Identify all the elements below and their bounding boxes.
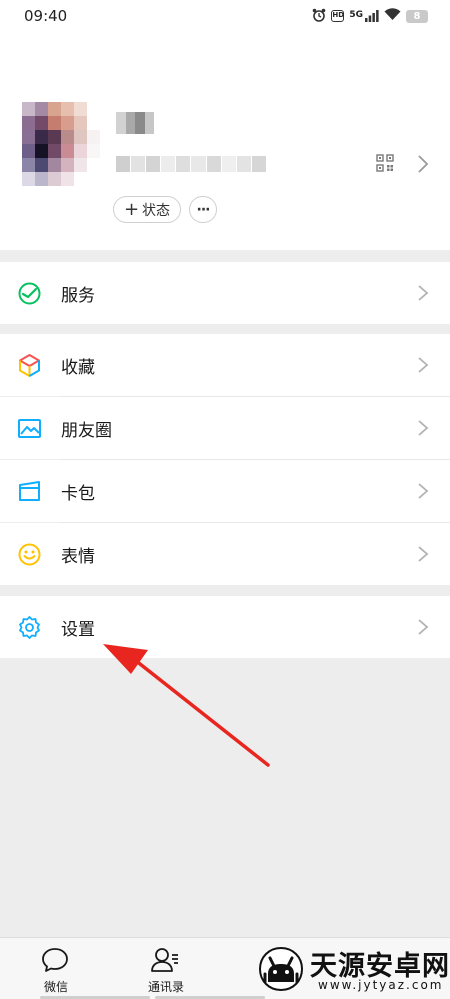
- menu-item-moments[interactable]: 朋友圈: [0, 397, 450, 459]
- qr-code-icon[interactable]: [376, 154, 394, 172]
- status-bar: 09:40 HD 5G 8: [0, 0, 450, 32]
- watermark: 天源安卓网 www.jytyaz.com: [252, 938, 450, 999]
- menu-item-label: 表情: [61, 547, 95, 567]
- services-icon: [18, 282, 41, 305]
- favorites-cube-icon: [19, 354, 40, 377]
- signal-icon: 5G: [349, 10, 379, 22]
- chevron-right-icon: [418, 483, 429, 499]
- alarm-icon: [312, 8, 326, 25]
- tab-label: 通讯录: [147, 980, 184, 994]
- tab-label: 微信: [43, 980, 68, 994]
- more-button[interactable]: ···: [189, 196, 217, 223]
- menu-item-services[interactable]: 服务: [0, 262, 450, 324]
- menu-item-favorites[interactable]: 收藏: [0, 334, 450, 396]
- wechat-id-blurred: [116, 156, 266, 172]
- plus-icon: +: [123, 198, 140, 220]
- chevron-right-icon: [418, 546, 429, 562]
- moments-image-icon: [18, 419, 41, 438]
- chevron-right-icon: [418, 155, 429, 173]
- card-wallet-icon: [19, 481, 40, 501]
- contacts-icon: [151, 948, 178, 972]
- profile-card[interactable]: + 状态 ···: [0, 32, 450, 250]
- menu-item-cards[interactable]: 卡包: [0, 460, 450, 522]
- status-icons: HD 5G 8: [312, 8, 428, 25]
- chevron-right-icon: [418, 420, 429, 436]
- menu-item-label: 设置: [61, 620, 95, 640]
- menu-item-stickers[interactable]: 表情: [0, 523, 450, 585]
- chevron-right-icon: [418, 285, 429, 301]
- menu-item-label: 服务: [61, 286, 95, 306]
- battery-icon: 8: [406, 9, 428, 23]
- add-status-label: 状态: [142, 202, 171, 219]
- menu-item-settings[interactable]: 设置: [0, 596, 450, 658]
- chat-bubble-icon: [42, 948, 68, 972]
- chevron-right-icon: [418, 619, 429, 635]
- nickname-blurred: [116, 112, 154, 134]
- network-label: 5G: [349, 10, 363, 20]
- status-time: 09:40: [24, 7, 68, 25]
- gear-icon: [19, 616, 40, 639]
- menu-item-label: 卡包: [61, 484, 95, 504]
- tab-chats[interactable]: 微信: [0, 938, 112, 999]
- menu-item-label: 收藏: [61, 358, 95, 378]
- tab-contacts[interactable]: 通讯录: [110, 938, 222, 999]
- wifi-icon: [384, 8, 401, 24]
- watermark-logo-icon: [258, 946, 304, 992]
- avatar[interactable]: [22, 102, 100, 186]
- smiley-icon: [18, 543, 41, 566]
- add-status-button[interactable]: + 状态: [113, 196, 181, 223]
- hd-icon: HD: [331, 10, 345, 22]
- watermark-url: www.jytyaz.com: [318, 978, 444, 992]
- menu-item-label: 朋友圈: [61, 421, 112, 441]
- chevron-right-icon: [418, 357, 429, 373]
